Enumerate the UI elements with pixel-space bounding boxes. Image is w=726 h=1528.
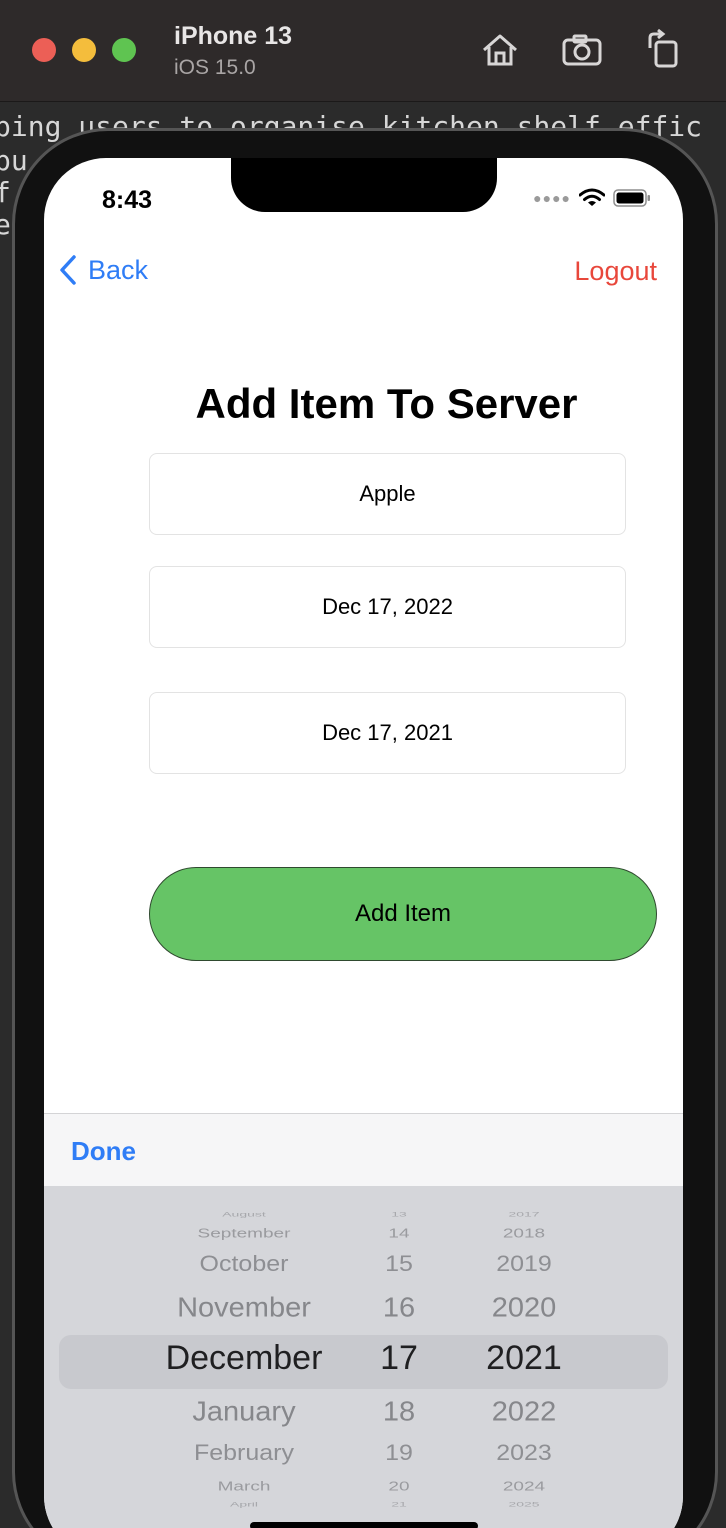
month-wheel[interactable]: August September October November December Ja… [144,1186,344,1528]
picker-option[interactable]: 2018 [464,1226,584,1241]
status-indicators: ●●●● [533,188,651,208]
keyboard-toolbar: Done [44,1113,683,1186]
picker-option[interactable]: 2019 [464,1252,584,1278]
picker-option[interactable]: 2017 [464,1210,584,1217]
zoom-window-button[interactable] [112,38,136,62]
purchase-date-field[interactable]: Dec 17, 2021 [149,692,626,774]
picker-option[interactable]: December [144,1339,344,1378]
home-icon [483,34,517,66]
home-button[interactable] [478,28,522,72]
page-title: Add Item To Server [195,380,578,427]
picker-option[interactable]: 16 [364,1293,434,1325]
cellular-signal-icon: ●●●● [533,190,571,206]
picker-option[interactable]: October [144,1252,344,1278]
picker-option[interactable]: 17 [364,1339,434,1378]
logout-button[interactable]: Logout [574,256,657,287]
picker-option[interactable]: February [144,1441,344,1467]
chevron-left-icon [60,255,76,285]
phone-screen: 8:43 ●●●● Back Logout Add Item To Server… [44,158,683,1528]
picker-option[interactable]: November [144,1293,344,1325]
picker-option[interactable]: 21 [364,1500,434,1507]
os-version: iOS 15.0 [174,56,256,79]
picker-option[interactable]: 20 [364,1479,434,1494]
rotate-icon [648,28,678,68]
code-line: pu [0,144,28,177]
back-label: Back [88,254,149,285]
picker-option[interactable]: 14 [364,1226,434,1241]
rotate-button[interactable] [642,28,686,72]
expiry-date-field[interactable]: Dec 17, 2022 [149,566,626,648]
picker-option[interactable]: 19 [364,1441,434,1467]
simulator-title-bar: iPhone 13 iOS 15.0 [0,0,726,102]
picker-option[interactable]: January [144,1397,344,1429]
wifi-icon [579,188,605,206]
date-picker-wheel[interactable]: August September October November December Ja… [44,1186,683,1528]
back-button[interactable]: Back [58,254,148,286]
done-button[interactable]: Done [71,1136,136,1167]
add-item-button[interactable]: Add Item [149,867,657,961]
picker-option[interactable]: April [144,1500,344,1507]
home-indicator [250,1522,478,1528]
notch [231,158,497,212]
minimize-window-button[interactable] [72,38,96,62]
picker-option[interactable]: 2024 [464,1479,584,1494]
picker-option[interactable]: 2023 [464,1441,584,1467]
close-window-button[interactable] [32,38,56,62]
picker-option[interactable]: 18 [364,1397,434,1429]
year-wheel[interactable]: 2017 2018 2019 2020 2021 2022 2023 2024 2025 [464,1186,584,1528]
picker-option[interactable]: 2020 [464,1293,584,1325]
code-line: f [0,176,11,209]
picker-option[interactable]: 2025 [464,1500,584,1507]
picker-option[interactable]: 13 [364,1210,434,1217]
picker-option[interactable]: 15 [364,1252,434,1278]
picker-option[interactable]: March [144,1479,344,1494]
picker-option[interactable]: 2022 [464,1397,584,1429]
device-name: iPhone 13 [174,22,293,50]
picker-option[interactable]: 2021 [464,1339,584,1378]
day-wheel[interactable]: 13 14 15 16 17 18 19 20 21 [364,1186,434,1528]
picker-option[interactable]: August [144,1210,344,1217]
status-time: 8:43 [102,186,153,214]
picker-option[interactable]: September [144,1226,344,1241]
item-name-field[interactable]: Apple [149,453,626,535]
screenshot-button[interactable] [560,28,604,72]
battery-icon [613,189,650,207]
screenshot-icon [562,34,602,66]
